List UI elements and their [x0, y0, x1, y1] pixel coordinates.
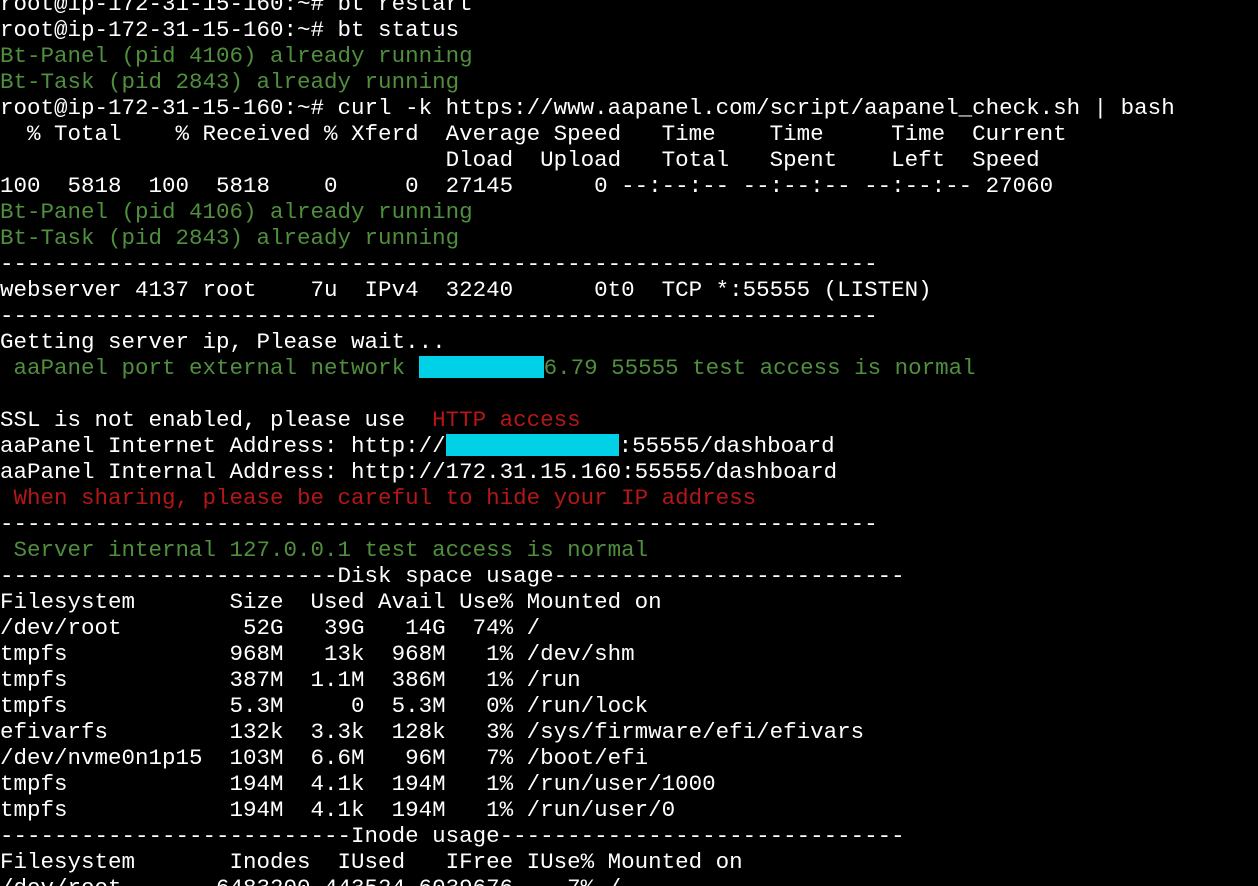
terminal-text-segment: /dev/root 52G 39G 14G 74% /	[0, 615, 541, 641]
terminal-text-segment: /dev/nvme0n1p15 103M 6.6M 96M 7% /boot/e…	[0, 745, 649, 771]
terminal-text-segment: When sharing, please be careful to hide …	[0, 485, 757, 511]
terminal-text-segment: Filesystem Size Used Avail Use% Mounted …	[0, 589, 662, 615]
terminal-line: Filesystem Size Used Avail Use% Mounted …	[0, 589, 1175, 615]
terminal-line: -------------------------Disk space usag…	[0, 563, 1175, 589]
terminal-line: tmpfs 5.3M 0 5.3M 0% /run/lock	[0, 693, 1175, 719]
terminal-line: root@ip-172-31-15-160:~# bt status	[0, 17, 1175, 43]
terminal-text-segment: root@ip-172-31-15-160:~# bt restart	[0, 0, 473, 17]
terminal-text-segment: --------------------------Inode usage---…	[0, 823, 905, 849]
terminal-text-segment: tmpfs 194M 4.1k 194M 1% /run/user/1000	[0, 771, 716, 797]
terminal-line: tmpfs 387M 1.1M 386M 1% /run	[0, 667, 1175, 693]
terminal-text-segment: aaPanel Internal Address: http://172.31.…	[0, 459, 838, 485]
terminal-line: aaPanel Internal Address: http://172.31.…	[0, 459, 1175, 485]
terminal-line: tmpfs 194M 4.1k 194M 1% /run/user/0	[0, 797, 1175, 823]
terminal-text-segment: Bt-Task (pid 2843) already running	[0, 225, 460, 251]
terminal-line: root@ip-172-31-15-160:~# bt restart	[0, 0, 1175, 17]
terminal-line: ----------------------------------------…	[0, 251, 1175, 277]
terminal-text-segment: tmpfs 387M 1.1M 386M 1% /run	[0, 667, 581, 693]
terminal-line: tmpfs 968M 13k 968M 1% /dev/shm	[0, 641, 1175, 667]
terminal-output: root@ip-172-31-15-160:~# bt restart root@…	[0, 0, 1175, 886]
terminal-line: efivarfs 132k 3.3k 128k 3% /sys/firmware…	[0, 719, 1175, 745]
terminal-line: Server internal 127.0.0.1 test access is…	[0, 537, 1175, 563]
terminal-text-segment: root@ip-172-31-15-160:~# bt status	[0, 17, 460, 43]
redacted-ip-block	[418, 356, 544, 378]
terminal-text-segment: tmpfs 5.3M 0 5.3M 0% /run/lock	[0, 693, 649, 719]
terminal-text-segment: tmpfs 194M 4.1k 194M 1% /run/user/0	[0, 797, 676, 823]
terminal-text-segment: :55555/dashboard	[618, 433, 835, 459]
terminal-line: Bt-Task (pid 2843) already running	[0, 225, 1175, 251]
terminal-text-segment: ----------------------------------------…	[0, 303, 878, 329]
terminal-text-segment: Getting server ip, Please wait...	[0, 329, 446, 355]
terminal-text-segment: Dload Upload Total Spent Left Speed	[0, 147, 1040, 173]
terminal-line: % Total % Received % Xferd Average Speed…	[0, 121, 1175, 147]
terminal-line: /dev/root 52G 39G 14G 74% /	[0, 615, 1175, 641]
terminal-line: tmpfs 194M 4.1k 194M 1% /run/user/1000	[0, 771, 1175, 797]
terminal-text-segment: webserver 4137 root 7u IPv4 32240 0t0 TC…	[0, 277, 932, 303]
terminal-text-segment: Bt-Panel (pid 4106) already running	[0, 43, 473, 69]
terminal-text-segment: SSL is not enabled, please use	[0, 407, 433, 433]
terminal-line: --------------------------Inode usage---…	[0, 823, 1175, 849]
terminal-text-segment: -------------------------Disk space usag…	[0, 563, 905, 589]
terminal-text-segment: efivarfs 132k 3.3k 128k 3% /sys/firmware…	[0, 719, 865, 745]
terminal-line: 100 5818 100 5818 0 0 27145 0 --:--:-- -…	[0, 173, 1175, 199]
redacted-ip-block	[445, 434, 619, 456]
terminal-text-segment: ----------------------------------------…	[0, 251, 878, 277]
terminal-line: ----------------------------------------…	[0, 511, 1175, 537]
terminal-text-segment: Bt-Task (pid 2843) already running	[0, 69, 460, 95]
terminal-line: /dev/root 6483200 443524 6039676 7% /	[0, 875, 1175, 886]
terminal-line: When sharing, please be careful to hide …	[0, 485, 1175, 511]
terminal-text-segment: ----------------------------------------…	[0, 511, 878, 537]
terminal-text-segment: aaPanel port external network	[0, 355, 419, 381]
terminal-line: SSL is not enabled, please use HTTP acce…	[0, 407, 1175, 433]
terminal-text-segment: tmpfs 968M 13k 968M 1% /dev/shm	[0, 641, 635, 667]
terminal-text-segment: % Total % Received % Xferd Average Speed…	[0, 121, 1067, 147]
terminal-text-segment: 6.79 55555 test access is normal	[543, 355, 976, 381]
terminal-line: aaPanel Internet Address: http:// :55555/…	[0, 433, 1175, 459]
terminal-line: Getting server ip, Please wait...	[0, 329, 1175, 355]
terminal-window[interactable]: root@ip-172-31-15-160:~# bt restart root@…	[0, 0, 1258, 886]
terminal-text-segment: HTTP access	[432, 407, 581, 433]
terminal-line: /dev/nvme0n1p15 103M 6.6M 96M 7% /boot/e…	[0, 745, 1175, 771]
terminal-text-segment: 100 5818 100 5818 0 0 27145 0 --:--:-- -…	[0, 173, 1054, 199]
terminal-line: aaPanel port external network 6.79 55555…	[0, 355, 1175, 381]
terminal-text-segment: root@ip-172-31-15-160:~# curl -k https:/…	[0, 95, 1175, 121]
terminal-line: Filesystem Inodes IUsed IFree IUse% Moun…	[0, 849, 1175, 875]
terminal-line: ----------------------------------------…	[0, 303, 1175, 329]
terminal-text-segment: Server internal 127.0.0.1 test access is…	[0, 537, 649, 563]
terminal-line: webserver 4137 root 7u IPv4 32240 0t0 TC…	[0, 277, 1175, 303]
terminal-line: Dload Upload Total Spent Left Speed	[0, 147, 1175, 173]
terminal-line: Bt-Task (pid 2843) already running	[0, 69, 1175, 95]
terminal-line: Bt-Panel (pid 4106) already running	[0, 43, 1175, 69]
terminal-text-segment: Bt-Panel (pid 4106) already running	[0, 199, 473, 225]
terminal-line: root@ip-172-31-15-160:~# curl -k https:/…	[0, 95, 1175, 121]
terminal-text-segment: /dev/root 6483200 443524 6039676 7% /	[0, 875, 621, 886]
terminal-text-segment: aaPanel Internet Address: http://	[0, 433, 446, 459]
terminal-line: Bt-Panel (pid 4106) already running	[0, 199, 1175, 225]
terminal-text-segment: Filesystem Inodes IUsed IFree IUse% Moun…	[0, 849, 743, 875]
